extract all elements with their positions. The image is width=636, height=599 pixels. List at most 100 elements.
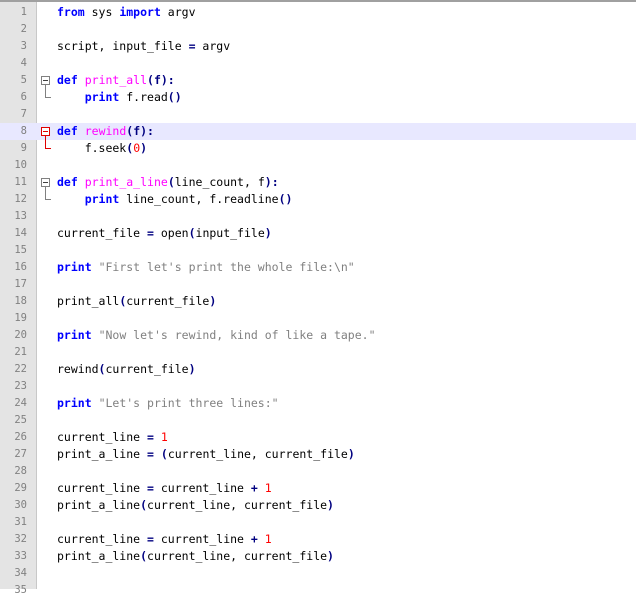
- code-token: 1: [264, 532, 272, 546]
- fold-collapse-icon[interactable]: [41, 178, 50, 187]
- line-number: 25: [14, 414, 27, 426]
- code-line[interactable]: 27 print_a_line = (current_line, current_…: [0, 446, 636, 463]
- code-token: 1: [160, 430, 168, 444]
- code-token: =: [147, 481, 154, 495]
- code-text[interactable]: current_line = current_line + 1: [57, 480, 272, 497]
- code-text[interactable]: current_file = open(input_file): [57, 225, 272, 242]
- code-text[interactable]: print "First let's print the whole file:…: [57, 259, 355, 276]
- line-number: 13: [14, 210, 27, 222]
- code-line[interactable]: 10: [0, 157, 636, 174]
- code-token: rewind: [84, 124, 127, 138]
- code-line[interactable]: 16 print "First let's print the whole fil…: [0, 259, 636, 276]
- code-text[interactable]: def print_all(f):: [57, 72, 175, 89]
- code-text[interactable]: rewind(current_file): [57, 361, 196, 378]
- code-text[interactable]: print_all(current_file): [57, 293, 216, 310]
- code-text[interactable]: def rewind(f):: [57, 123, 154, 140]
- code-line[interactable]: 9 f.seek(0): [0, 136, 636, 157]
- code-line[interactable]: 3 script, input_file = argv: [0, 38, 636, 55]
- code-token: open: [153, 226, 189, 240]
- code-editor[interactable]: 1 from sys import argv 2 3 script, input_fil…: [0, 0, 636, 596]
- code-line[interactable]: 31: [0, 514, 636, 531]
- line-number: 15: [14, 244, 27, 256]
- code-token: =: [147, 447, 154, 461]
- line-number: 26: [14, 431, 27, 443]
- code-text[interactable]: script, input_file = argv: [57, 38, 230, 55]
- code-text[interactable]: print "Let's print three lines:": [57, 395, 279, 412]
- code-token: ): [264, 226, 272, 240]
- line-number: 21: [14, 346, 27, 358]
- fold-collapse-icon[interactable]: [41, 127, 50, 136]
- code-token: print: [57, 260, 92, 274]
- code-text[interactable]: from sys import argv: [57, 4, 196, 21]
- code-line[interactable]: 15: [0, 242, 636, 259]
- line-number: 10: [14, 159, 27, 171]
- code-token: f.read: [119, 90, 168, 104]
- code-line[interactable]: 14 current_file = open(input_file): [0, 225, 636, 242]
- code-token: argv: [160, 5, 196, 19]
- code-text[interactable]: current_line = 1: [57, 429, 168, 446]
- code-token: print: [57, 396, 92, 410]
- code-line[interactable]: 17: [0, 276, 636, 293]
- code-line[interactable]: 35: [0, 582, 636, 599]
- code-token: ): [140, 141, 148, 155]
- code-line[interactable]: 29 current_line = current_line + 1: [0, 480, 636, 497]
- code-text[interactable]: current_line = current_line + 1: [57, 531, 272, 548]
- code-line[interactable]: 21: [0, 344, 636, 361]
- code-line[interactable]: 20 print "Now let's rewind, kind of like …: [0, 327, 636, 344]
- code-line[interactable]: 7: [0, 106, 636, 123]
- code-text[interactable]: def print_a_line(line_count, f):: [57, 174, 279, 191]
- fold-collapse-icon[interactable]: [41, 76, 50, 85]
- code-lines[interactable]: 1 from sys import argv 2 3 script, input_fil…: [0, 4, 636, 599]
- code-line[interactable]: 11 def print_a_line(line_count, f):: [0, 174, 636, 191]
- code-token: def: [57, 73, 78, 87]
- code-line[interactable]: 26 current_line = 1: [0, 429, 636, 446]
- code-line[interactable]: 32 current_line = current_line + 1: [0, 531, 636, 548]
- code-text[interactable]: print line_count, f.readline(): [57, 191, 293, 208]
- code-line[interactable]: 2: [0, 21, 636, 38]
- code-line[interactable]: 22 rewind(current_file): [0, 361, 636, 378]
- line-number: 27: [14, 448, 27, 460]
- code-line[interactable]: 1 from sys import argv: [0, 4, 636, 21]
- code-token: def: [57, 124, 78, 138]
- line-number: 2: [20, 23, 27, 35]
- code-text[interactable]: print_a_line = (current_line, current_fi…: [57, 446, 355, 463]
- code-line[interactable]: 25: [0, 412, 636, 429]
- line-number: 33: [14, 550, 27, 562]
- code-token: sys: [84, 5, 120, 19]
- code-token: =: [188, 39, 196, 53]
- code-text[interactable]: print_a_line(current_line, current_file): [57, 497, 334, 514]
- code-text[interactable]: print f.read(): [57, 89, 182, 106]
- code-line[interactable]: 4: [0, 55, 636, 72]
- code-token: print_all: [57, 294, 120, 308]
- code-line[interactable]: 6 print f.read(): [0, 85, 636, 106]
- code-token: print_a_line: [57, 498, 141, 512]
- code-text[interactable]: print "Now let's rewind, kind of like a …: [57, 327, 376, 344]
- code-line[interactable]: 28: [0, 463, 636, 480]
- code-line[interactable]: 19: [0, 310, 636, 327]
- code-line[interactable]: 24 print "Let's print three lines:": [0, 395, 636, 412]
- code-line[interactable]: 18 print_all(current_file): [0, 293, 636, 310]
- code-line[interactable]: 12 print line_count, f.readline(): [0, 187, 636, 208]
- code-token: current_file: [126, 294, 210, 308]
- code-line[interactable]: 8 def rewind(f):: [0, 123, 636, 140]
- code-line[interactable]: 34: [0, 565, 636, 582]
- code-line[interactable]: 33 print_a_line(current_line, current_fil…: [0, 548, 636, 565]
- code-text[interactable]: print_a_line(current_line, current_file): [57, 548, 334, 565]
- code-token: f.seek: [57, 141, 127, 155]
- code-token: argv: [195, 39, 231, 53]
- code-line[interactable]: 5 def print_all(f):: [0, 72, 636, 89]
- line-number: 17: [14, 278, 27, 290]
- code-token: current_line, current_file: [147, 498, 328, 512]
- code-token: (): [167, 90, 182, 104]
- code-token: print_a_line: [84, 175, 168, 189]
- code-text[interactable]: f.seek(0): [57, 140, 147, 157]
- line-number: 4: [20, 57, 27, 69]
- code-line[interactable]: 13: [0, 208, 636, 225]
- code-line[interactable]: 23: [0, 378, 636, 395]
- code-line[interactable]: 30 print_a_line(current_line, current_fil…: [0, 497, 636, 514]
- line-number: 28: [14, 465, 27, 477]
- code-token: =: [147, 532, 154, 546]
